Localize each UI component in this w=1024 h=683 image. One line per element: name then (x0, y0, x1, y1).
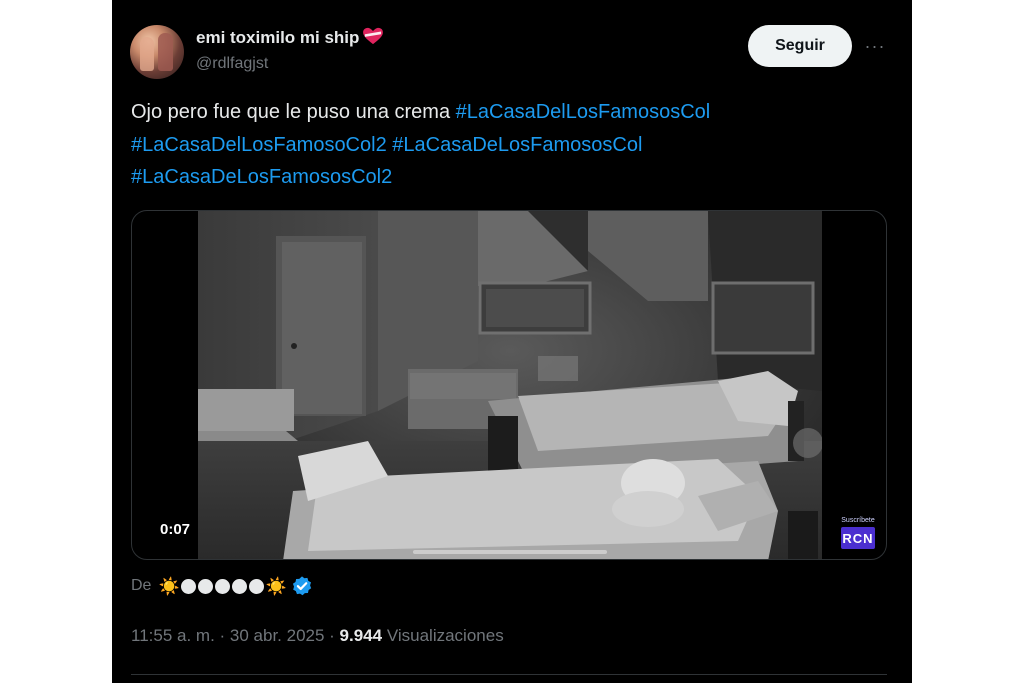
hashtag-link[interactable]: #LaCasaDeLosFamososCol (392, 134, 642, 156)
tweet-header: emi toximilo mi ship @rdlfagjst Seguir ·… (112, 20, 912, 84)
video-player[interactable]: 0:07 Suscríbete RCN (131, 210, 887, 560)
heart-emoji-icon (362, 27, 384, 45)
hashtag-link[interactable]: #LaCasaDelLosFamososCol (456, 101, 711, 123)
watermark-text: Suscríbete (841, 517, 875, 524)
avatar-figure (158, 33, 173, 71)
views-count: 9.944 (339, 626, 383, 645)
video-duration-badge: 0:07 (152, 518, 199, 541)
dot-emoji-icon (180, 578, 196, 594)
sun-emoji-icon: ☀️ (158, 576, 180, 596)
tweet-card: emi toximilo mi ship @rdlfagjst Seguir ·… (112, 0, 912, 683)
divider (131, 674, 887, 675)
source-line[interactable]: De ☀️ ☀️ (131, 573, 313, 599)
author-name[interactable]: emi toximilo mi ship (196, 28, 359, 47)
tweet-meta: 11:55 a. m. · 30 abr. 2025 · 9.944 Visua… (131, 626, 504, 646)
dot-emoji-icon (231, 578, 247, 594)
source-label: De (131, 577, 152, 594)
sun-emoji-icon: ☀️ (265, 576, 287, 596)
meta-separator: · (214, 626, 230, 645)
views-label: Visualizaciones (386, 626, 504, 645)
author-name-line[interactable]: emi toximilo mi ship (196, 27, 384, 48)
tweet-text: Ojo pero fue que le puso una crema #LaCa… (131, 96, 851, 194)
verified-badge-icon (291, 575, 313, 597)
avatar[interactable] (130, 25, 184, 79)
video-still-image (198, 211, 822, 559)
tweet-date[interactable]: 30 abr. 2025 (230, 626, 325, 645)
more-options-icon[interactable]: ··· (864, 36, 886, 56)
dot-emoji-icon (214, 578, 230, 594)
meta-separator: · (324, 626, 340, 645)
hashtag-link[interactable]: #LaCasaDeLosFamososCol2 (131, 166, 392, 188)
follow-button[interactable]: Seguir (748, 25, 852, 67)
video-frame[interactable] (198, 211, 822, 559)
rcn-watermark: Suscríbete RCN (838, 516, 878, 552)
avatar-figure (140, 37, 154, 71)
rcn-logo-icon: RCN (841, 527, 875, 549)
hashtag-link[interactable]: #LaCasaDelLosFamosoCol2 (131, 134, 387, 156)
video-progress-bar[interactable] (413, 550, 607, 554)
author-handle[interactable]: @rdlfagjst (196, 55, 268, 73)
dot-emoji-icon (197, 578, 213, 594)
dot-emoji-icon (248, 578, 264, 594)
tweet-body: Ojo pero fue que le puso una crema (131, 101, 451, 123)
tweet-time[interactable]: 11:55 a. m. (131, 626, 215, 645)
